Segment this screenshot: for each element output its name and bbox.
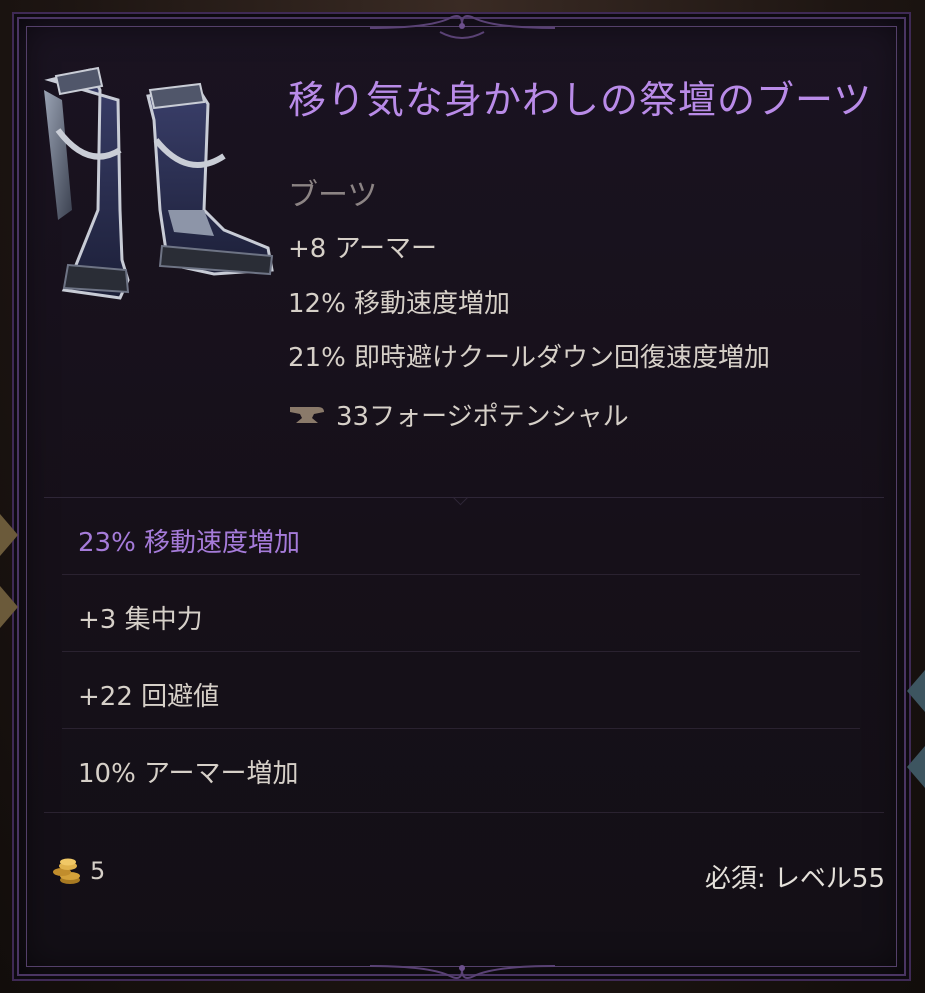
affix-1: 23% 移動速度増加 xyxy=(78,528,301,558)
frame-ornament-left-2 xyxy=(0,586,18,628)
requirement-value: レベル55 xyxy=(773,864,885,894)
item-type: ブーツ xyxy=(288,178,378,213)
level-requirement: 必須: レベル55 xyxy=(705,858,885,895)
gold-amount: 5 xyxy=(90,857,106,885)
affix-divider xyxy=(62,651,860,652)
frame-ornament-right-1 xyxy=(907,670,925,712)
forge-anvil-icon xyxy=(290,406,324,423)
affix-divider xyxy=(62,574,860,575)
item-name: 移り気な身かわしの祭壇のブーツ xyxy=(288,78,873,122)
gold-coins-icon xyxy=(53,858,80,884)
frame-ornament-left-1 xyxy=(0,514,18,556)
forge-potential-text: 33フォージポテンシャル xyxy=(336,402,629,432)
affix-4: 10% アーマー増加 xyxy=(78,759,299,789)
frame-ornament-right-2 xyxy=(907,746,925,788)
affix-divider xyxy=(44,812,884,813)
base-stat-dodge-cooldown: 21% 即時避けクールダウン回復速度増加 xyxy=(288,343,771,373)
frame-crest-top xyxy=(370,15,555,39)
gold-value: 5 xyxy=(50,856,105,886)
forge-potential: 33フォージポテンシャル xyxy=(288,396,629,433)
boots-item-image xyxy=(44,66,274,300)
affix-3: +22 回避値 xyxy=(78,682,220,712)
base-stat-movement-speed: 12% 移動速度増加 xyxy=(288,289,511,319)
requirement-label: 必須: xyxy=(704,864,766,894)
affix-2: +3 集中力 xyxy=(78,605,203,635)
affix-divider xyxy=(62,728,860,729)
base-stat-armor: +8 アーマー xyxy=(288,234,438,264)
frame-crest-bottom xyxy=(370,965,555,979)
